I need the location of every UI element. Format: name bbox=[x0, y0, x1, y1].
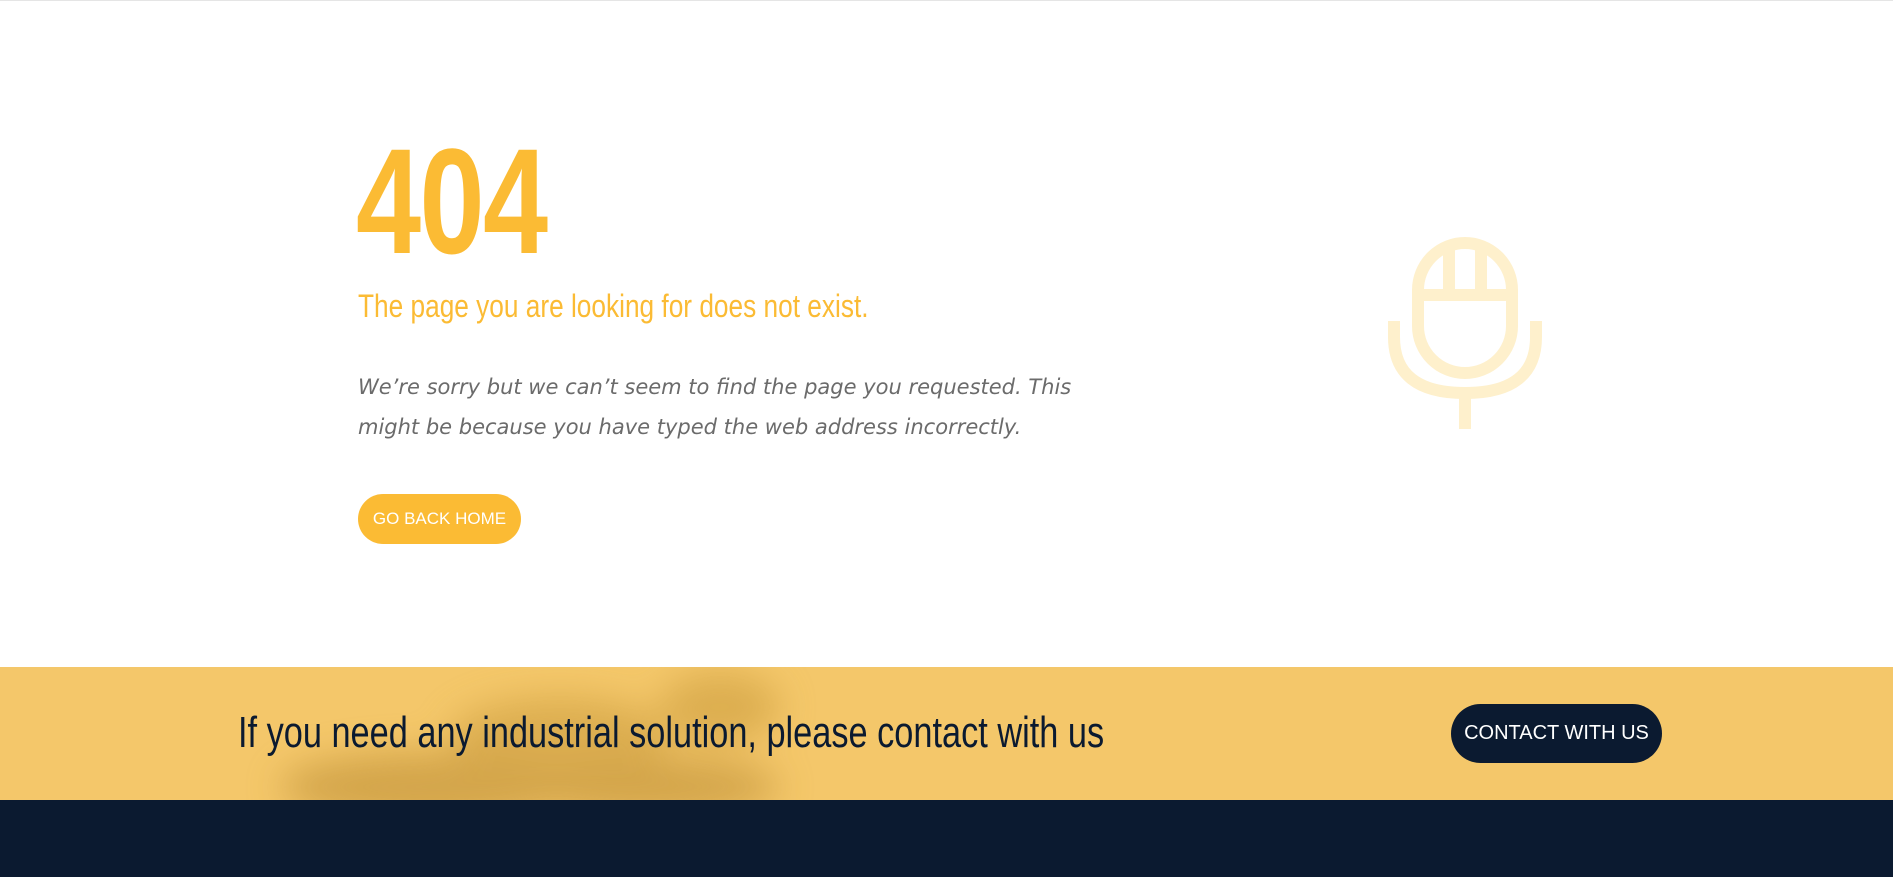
error-heading: The page you are looking for does not ex… bbox=[358, 288, 869, 324]
error-code: 404 bbox=[356, 117, 548, 285]
contact-with-us-button[interactable]: CONTACT WITH US bbox=[1451, 704, 1662, 763]
footer bbox=[0, 800, 1893, 877]
cta-text: If you need any industrial solution, ple… bbox=[238, 708, 1105, 757]
cta-banner: If you need any industrial solution, ple… bbox=[0, 667, 1893, 800]
error-message: We’re sorry but we can’t seem to find th… bbox=[358, 375, 1072, 439]
go-back-home-button[interactable]: GO BACK HOME bbox=[358, 494, 521, 544]
error-section: 404 The page you are looking for does no… bbox=[0, 1, 1893, 667]
microphone-icon bbox=[1388, 237, 1542, 429]
